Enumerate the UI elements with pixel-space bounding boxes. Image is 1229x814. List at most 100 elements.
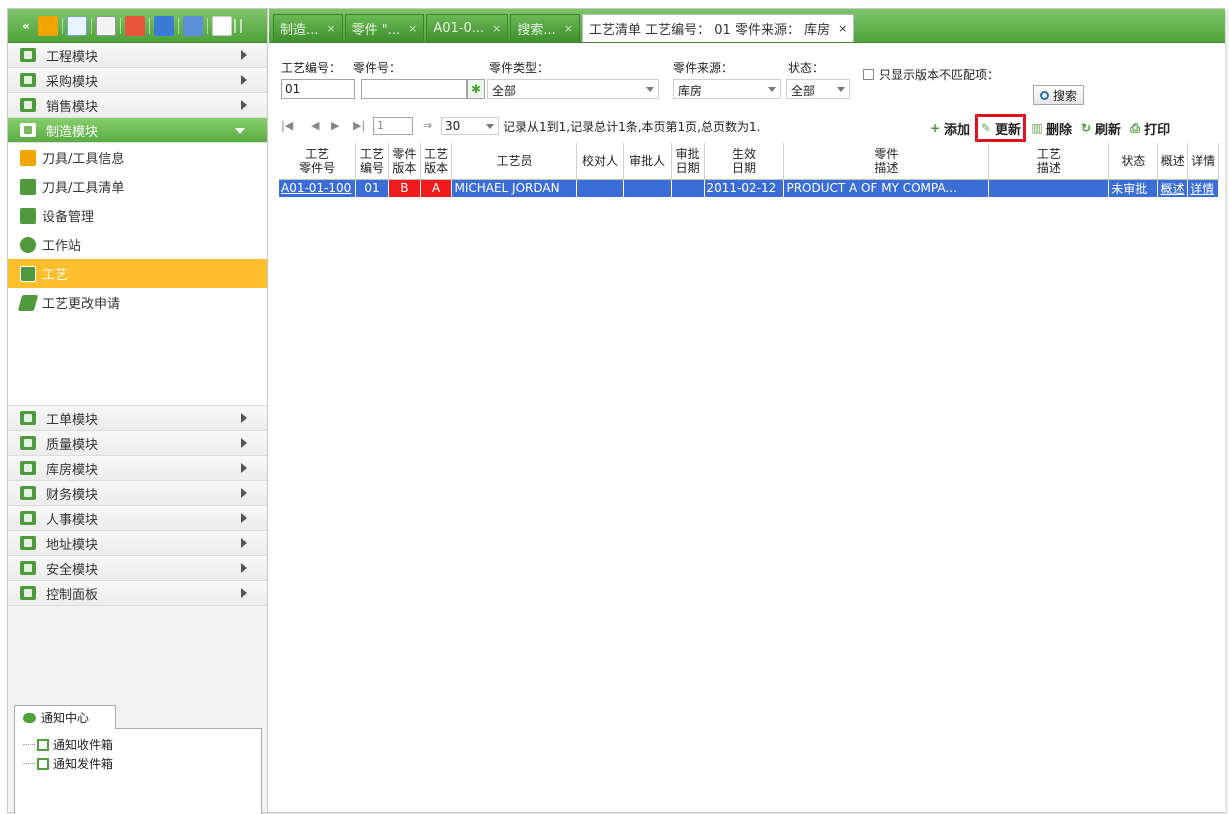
wrench-icon (20, 149, 36, 166)
home-icon[interactable] (212, 15, 232, 36)
module-finance[interactable]: 财务模块 (8, 481, 267, 506)
close-icon[interactable]: × (408, 22, 417, 35)
sidebar-item-label: 工艺更改申请 (42, 297, 121, 312)
first-page-icon[interactable]: |◀ (281, 119, 293, 132)
page-number-input[interactable]: 1 (373, 117, 413, 135)
module-quality[interactable]: 质量模块 (8, 431, 267, 456)
module-control-panel[interactable]: 控制面板 (8, 581, 267, 606)
refresh-button[interactable]: ↻ 刷新 (1080, 117, 1121, 139)
last-page-icon[interactable]: ▶| (353, 119, 365, 132)
sidebar-item-process[interactable]: 工艺 (8, 259, 267, 288)
part-picker-icon[interactable]: ✱ (467, 79, 485, 99)
cell-approve-date (671, 179, 705, 197)
next-page-icon[interactable]: ▶ (331, 119, 339, 132)
sidebar-item-tool-list[interactable]: 刀具/工具清单 (8, 172, 267, 201)
module-purchasing[interactable]: 采购模块 (8, 68, 267, 93)
page-size-select[interactable]: 30 (441, 117, 499, 135)
grip-icon[interactable] (234, 18, 242, 33)
toolbar-divider (207, 17, 208, 34)
tab-process-list[interactable]: 工艺清单 工艺编号： 01 零件来源： 库房 × (582, 14, 855, 42)
part-type-select[interactable]: 全部 (487, 79, 659, 99)
mismatch-label: 只显示版本不匹配项： (879, 68, 1000, 82)
tree-item-label: 通知发件箱 (53, 757, 114, 771)
users-icon[interactable] (38, 15, 58, 36)
module-hr[interactable]: 人事模块 (8, 506, 267, 531)
sidebar-item-workstation[interactable]: 工作站 (8, 230, 267, 259)
update-button[interactable]: ✎ 更新 (975, 114, 1027, 142)
module-sales[interactable]: 销售模块 (8, 93, 267, 118)
close-icon[interactable]: × (326, 22, 335, 35)
close-icon[interactable]: × (564, 22, 573, 35)
column-header[interactable]: 工艺 版本 (420, 143, 453, 180)
mismatch-checkbox[interactable] (863, 69, 874, 80)
module-label: 库房模块 (46, 462, 99, 478)
tab-label: 零件 "... (351, 23, 401, 38)
column-header[interactable]: 工艺员 (451, 143, 578, 180)
add-button[interactable]: + 添加 (929, 117, 970, 139)
module-engineering[interactable]: 工程模块 (8, 43, 267, 68)
module-security[interactable]: 安全模块 (8, 556, 267, 581)
status-select[interactable]: 全部 (786, 79, 850, 99)
tab-a01[interactable]: A01-0... × (426, 14, 509, 42)
module-work-order[interactable]: 工单模块 (8, 406, 267, 431)
sidebar-item-equipment[interactable]: 设备管理 (8, 201, 267, 230)
tab-search[interactable]: 搜索... × (510, 14, 580, 42)
details-link[interactable]: 详情 (1187, 179, 1219, 197)
part-source-select[interactable]: 库房 (673, 79, 781, 99)
column-header[interactable]: 工艺 描述 (988, 143, 1110, 180)
chevron-right-icon (241, 588, 247, 598)
module-manufacturing[interactable]: 制造模块 (8, 118, 267, 143)
tab-label: A01-0... (433, 21, 485, 36)
network-icon[interactable] (183, 15, 203, 36)
close-icon[interactable]: × (492, 22, 501, 35)
sidebar-item-tool-info[interactable]: 刀具/工具信息 (8, 143, 267, 172)
module-address[interactable]: 地址模块 (8, 531, 267, 556)
tab-manufacturing[interactable]: 制造... × (273, 14, 343, 42)
column-header[interactable]: 工艺 编号 (355, 143, 389, 180)
part-no-input[interactable] (361, 79, 467, 99)
print-icon: ⎙ (1130, 120, 1140, 135)
status-value: 全部 (791, 84, 816, 98)
window-icon[interactable] (154, 15, 174, 36)
delete-button[interactable]: ▥ 删除 (1031, 117, 1072, 139)
search-button-label: 搜索 (1053, 88, 1078, 103)
tree-item-outbox[interactable]: 通知发件箱 (15, 754, 261, 773)
column-header[interactable]: 校对人 (576, 143, 624, 180)
collapse-icon[interactable]: « (16, 16, 36, 36)
refresh-button-label: 刷新 (1095, 122, 1122, 138)
print-button[interactable]: ⎙ 打印 (1129, 117, 1170, 139)
column-header[interactable]: 零件 版本 (388, 143, 421, 180)
sidebar-item-process-change[interactable]: 工艺更改申请 (8, 288, 267, 317)
mail-icon[interactable] (67, 15, 87, 36)
column-header[interactable]: 详情 (1187, 143, 1219, 180)
column-header[interactable]: 零件 描述 (783, 143, 990, 180)
close-icon[interactable]: × (838, 22, 847, 35)
document-icon[interactable] (96, 15, 116, 36)
cell-part-no[interactable]: A01-01-100 (279, 179, 357, 197)
process-no-input[interactable]: 01 (281, 79, 355, 99)
tab-part[interactable]: 零件 "... × (344, 14, 425, 42)
column-header[interactable]: 审批人 (623, 143, 672, 180)
update-button-label: 更新 (995, 122, 1022, 138)
search-button[interactable]: 搜索 (1033, 85, 1085, 105)
prev-page-icon[interactable]: ◀ (311, 119, 319, 132)
column-header[interactable]: 工艺 零件号 (279, 143, 357, 180)
go-page-icon[interactable]: ⇒ (423, 119, 432, 132)
module-warehouse[interactable]: 库房模块 (8, 456, 267, 481)
equipment-icon (20, 207, 36, 224)
column-header[interactable]: 生效 日期 (704, 143, 785, 180)
tree-item-inbox[interactable]: 通知收件箱 (15, 735, 261, 754)
column-header[interactable]: 状态 (1108, 143, 1159, 180)
sidebar-item-label: 设备管理 (42, 210, 95, 225)
notification-center-tab[interactable]: 通知中心 (14, 705, 116, 729)
column-header[interactable]: 概述 (1157, 143, 1189, 180)
chevron-right-icon (241, 50, 247, 60)
overview-link[interactable]: 概述 (1157, 179, 1189, 197)
tree-connector (23, 744, 35, 745)
column-header[interactable]: 审批 日期 (671, 143, 705, 180)
status-label: 状态： (788, 61, 825, 75)
table-row[interactable]: A01-01-100 01 B A MICHAEL JORDAN 2011-02… (279, 179, 1219, 197)
sidebar: « 工程模块 采购模块 销售模块 制造模块 刀具/工具信息 刀具/工具清单 设备… (8, 9, 268, 814)
toolbar-divider (91, 17, 92, 34)
chart-icon[interactable] (125, 15, 145, 36)
